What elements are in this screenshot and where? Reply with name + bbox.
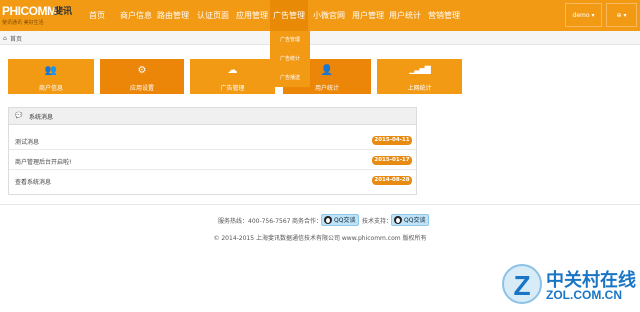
- tile-label: 应用设置: [129, 85, 154, 92]
- message-row[interactable]: 测试消息 2015-04-11: [9, 130, 416, 150]
- nav-item-auth-page[interactable]: 认证页面: [197, 0, 229, 31]
- comment-icon: 💬: [15, 112, 23, 119]
- tile-app-settings[interactable]: ⚙ 应用设置: [100, 59, 184, 94]
- tile-ad-management[interactable]: ☁ 广告管理: [190, 59, 275, 94]
- tile-label: 广告管理: [220, 85, 245, 92]
- nav-item-merchant-info[interactable]: 商户信息: [120, 0, 152, 31]
- signal-icon: ▁▃▅▇: [409, 65, 431, 74]
- tile-label: 商户信息: [38, 85, 63, 92]
- message-date-badge: 2015-01-17: [372, 156, 412, 165]
- system-messages-panel: 💬 系统消息 测试消息 2015-04-11 商户管理后台开启啦! 2015-0…: [8, 107, 417, 195]
- gears-icon: ⚙: [137, 65, 147, 76]
- logo-slogan: 斐讯通讯 美好生活: [2, 20, 44, 26]
- submenu-item-ad-management[interactable]: 广告管理: [270, 36, 310, 43]
- zol-logo-letter: Z: [513, 270, 531, 301]
- cloud-icon: ☁: [227, 65, 238, 76]
- nav-item-micro-site[interactable]: 小微官网: [313, 0, 345, 31]
- footer-hotline: 服务热线：400-756-7567: [218, 218, 291, 225]
- message-date-badge: 2015-04-11: [372, 136, 412, 145]
- qq-chat-business-button[interactable]: QQ交谈: [321, 214, 360, 226]
- nav-item-app-management[interactable]: 应用管理: [236, 0, 268, 31]
- qq-icon: [324, 216, 332, 224]
- message-row[interactable]: 商户管理后台开启啦! 2015-01-17: [9, 150, 416, 170]
- nav-item-home[interactable]: 首页: [89, 0, 105, 31]
- ad-management-dropdown: 广告管理 广告统计 广告播送: [270, 31, 310, 87]
- qq-icon: [394, 216, 402, 224]
- qq-chat-label: QQ交谈: [334, 217, 356, 224]
- message-text[interactable]: 商户管理后台开启啦!: [15, 157, 71, 166]
- brand-logo[interactable]: PHICOMM 斐讯 斐讯通讯 美好生活: [2, 4, 80, 28]
- panel-title: 系统消息: [29, 114, 54, 121]
- breadcrumb: ⌂ 首页: [0, 31, 640, 45]
- qq-chat-label: QQ交谈: [404, 217, 426, 224]
- footer-business-label: 商务合作：: [292, 218, 323, 225]
- nav-item-user-management[interactable]: 用户管理: [352, 0, 384, 31]
- tile-merchant-info[interactable]: 👥 商户信息: [8, 59, 94, 94]
- users-icon: 👥: [44, 65, 58, 76]
- logo-text: PHICOMM: [2, 4, 57, 18]
- zol-watermark: Z 中关村在线 ZOL.COM.CN: [500, 262, 640, 308]
- panel-header: 💬 系统消息: [9, 108, 416, 125]
- submenu-item-ad-stats[interactable]: 广告统计: [270, 55, 310, 62]
- tile-internet-stats[interactable]: ▁▃▅▇ 上网统计: [377, 59, 462, 94]
- message-text[interactable]: 查看系统消息: [15, 177, 51, 186]
- message-date-badge: 2014-08-28: [372, 176, 412, 185]
- top-navbar: PHICOMM 斐讯 斐讯通讯 美好生活 首页 商户信息 路由管理 认证页面 应…: [0, 0, 640, 31]
- nav-item-user-stats[interactable]: 用户统计: [389, 0, 421, 31]
- nav-item-ad-management[interactable]: 广告管理: [270, 0, 308, 31]
- zol-logo-icon: Z: [502, 264, 542, 304]
- breadcrumb-current[interactable]: 首页: [10, 34, 22, 43]
- user-menu-button[interactable]: demo ▾: [565, 3, 602, 27]
- message-text[interactable]: 测试消息: [15, 137, 39, 146]
- message-row[interactable]: 查看系统消息 2014-08-28: [9, 170, 416, 190]
- footer-copyright: © 2014-2015 上海斐讯数据通信技术有限公司 www.phicomm.c…: [213, 235, 427, 242]
- nav-item-router-management[interactable]: 路由管理: [157, 0, 189, 31]
- home-icon[interactable]: ⌂: [3, 35, 7, 42]
- footer-divider: [0, 204, 640, 205]
- settings-menu-button[interactable]: ⊕ ▾: [606, 3, 637, 27]
- footer-tech-label: 技术支持：: [362, 218, 393, 225]
- qq-chat-tech-button[interactable]: QQ交谈: [391, 214, 430, 226]
- submenu-item-ad-delivery[interactable]: 广告播送: [270, 74, 310, 81]
- nav-item-marketing[interactable]: 营销管理: [428, 0, 460, 31]
- tile-label: 上网统计: [407, 85, 432, 92]
- zol-en-text: ZOL.COM.CN: [546, 288, 622, 302]
- logo-cn-text: 斐讯: [54, 7, 73, 17]
